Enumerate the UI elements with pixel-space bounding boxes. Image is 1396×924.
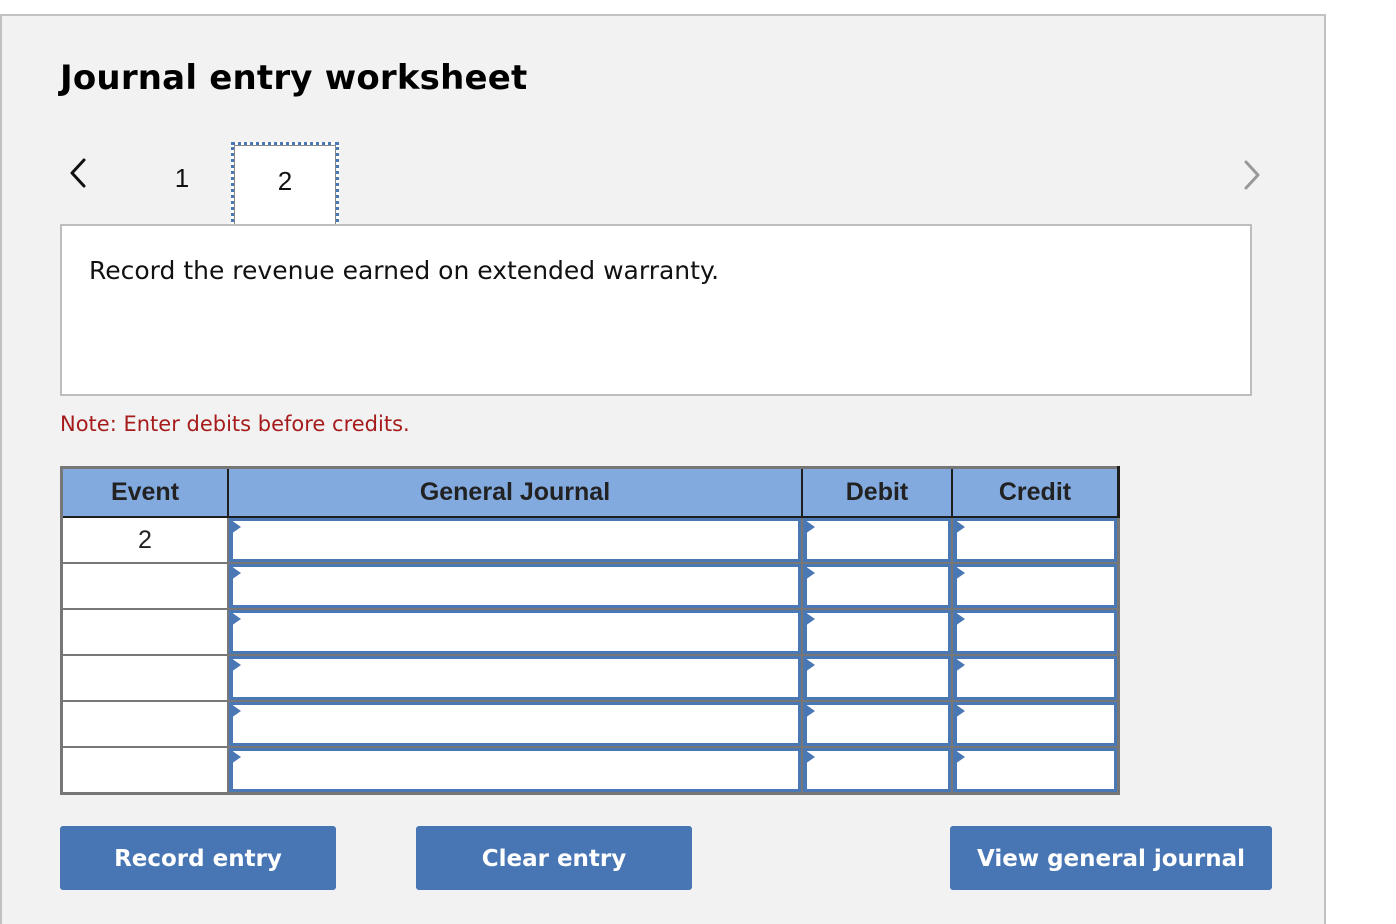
debit-input[interactable] (803, 702, 951, 746)
journal-entry-table: Event General Journal Debit Credit 2 (60, 466, 1120, 795)
credit-input-cell (951, 654, 1120, 702)
column-header-debit: Debit (801, 467, 953, 518)
debit-input[interactable] (803, 656, 951, 700)
general-journal-input-cell (227, 516, 803, 564)
credit-input-cell (951, 562, 1120, 610)
next-page-button[interactable] (1238, 158, 1266, 192)
debit-input[interactable] (803, 610, 951, 654)
cell-marker-icon (955, 566, 965, 580)
clear-entry-button[interactable]: Clear entry (416, 826, 692, 890)
credit-input[interactable] (953, 610, 1117, 654)
credit-input[interactable] (953, 702, 1117, 746)
cell-marker-icon (805, 750, 815, 764)
table-row (60, 608, 1120, 656)
general-journal-input[interactable] (229, 656, 801, 700)
page-tab-2[interactable]: 2 (231, 142, 339, 228)
cell-marker-icon (955, 658, 965, 672)
debit-input-cell (801, 700, 953, 748)
general-journal-input-cell (227, 562, 803, 610)
table-header-row: Event General Journal Debit Credit (61, 467, 1120, 518)
debit-input-cell (801, 516, 953, 564)
credit-input[interactable] (953, 656, 1117, 700)
instruction-text: Record the revenue earned on extended wa… (89, 256, 720, 285)
credit-input-cell (951, 608, 1120, 656)
table-row (60, 700, 1120, 748)
instruction-box: Record the revenue earned on extended wa… (60, 224, 1252, 396)
record-entry-button[interactable]: Record entry (60, 826, 336, 890)
column-header-credit: Credit (951, 467, 1120, 518)
general-journal-input-cell (227, 700, 803, 748)
table-row: 2 (60, 516, 1120, 564)
credit-input[interactable] (953, 564, 1117, 608)
debit-input-cell (801, 608, 953, 656)
worksheet-panel: Journal entry worksheet 1 2 Record the r… (0, 14, 1326, 924)
cell-marker-icon (231, 520, 241, 534)
debit-input-cell (801, 746, 953, 794)
credit-input-cell (951, 516, 1120, 564)
general-journal-input-cell (227, 608, 803, 656)
chevron-left-icon (70, 158, 86, 188)
page-title: Journal entry worksheet (60, 58, 528, 98)
general-journal-input-cell (227, 746, 803, 794)
credit-input-cell (951, 700, 1120, 748)
cell-marker-icon (805, 520, 815, 534)
event-cell (60, 654, 229, 702)
event-cell (60, 562, 229, 610)
debit-input-cell (801, 562, 953, 610)
chevron-right-icon (1244, 160, 1260, 190)
event-cell: 2 (60, 516, 229, 564)
column-header-event: Event (61, 467, 229, 518)
credit-input[interactable] (953, 748, 1117, 792)
debit-input-cell (801, 654, 953, 702)
cell-marker-icon (955, 520, 965, 534)
credit-input-cell (951, 746, 1120, 794)
event-cell (60, 608, 229, 656)
cell-marker-icon (805, 658, 815, 672)
debit-input[interactable] (803, 748, 951, 792)
debit-input[interactable] (803, 564, 951, 608)
view-general-journal-button[interactable]: View general journal (950, 826, 1272, 890)
general-journal-input-cell (227, 654, 803, 702)
table-row (60, 562, 1120, 610)
cell-marker-icon (231, 612, 241, 626)
debit-input[interactable] (803, 518, 951, 562)
event-cell (60, 700, 229, 748)
cell-marker-icon (231, 704, 241, 718)
cell-marker-icon (955, 704, 965, 718)
cell-marker-icon (805, 612, 815, 626)
event-cell (60, 746, 229, 794)
general-journal-input[interactable] (229, 564, 801, 608)
cell-marker-icon (955, 750, 965, 764)
general-journal-input[interactable] (229, 748, 801, 792)
table-row (60, 654, 1120, 702)
cell-marker-icon (805, 704, 815, 718)
credit-input[interactable] (953, 518, 1117, 562)
cell-marker-icon (231, 750, 241, 764)
table-body: 2 (60, 516, 1120, 794)
previous-page-button[interactable] (64, 156, 92, 190)
note-text: Note: Enter debits before credits. (60, 412, 410, 436)
general-journal-input[interactable] (229, 610, 801, 654)
cell-marker-icon (805, 566, 815, 580)
column-header-general-journal: General Journal (227, 467, 803, 518)
cell-marker-icon (231, 658, 241, 672)
table-row (60, 746, 1120, 794)
general-journal-input[interactable] (229, 518, 801, 562)
page-tab-1[interactable]: 1 (162, 161, 202, 195)
cell-marker-icon (231, 566, 241, 580)
cell-marker-icon (955, 612, 965, 626)
general-journal-input[interactable] (229, 702, 801, 746)
